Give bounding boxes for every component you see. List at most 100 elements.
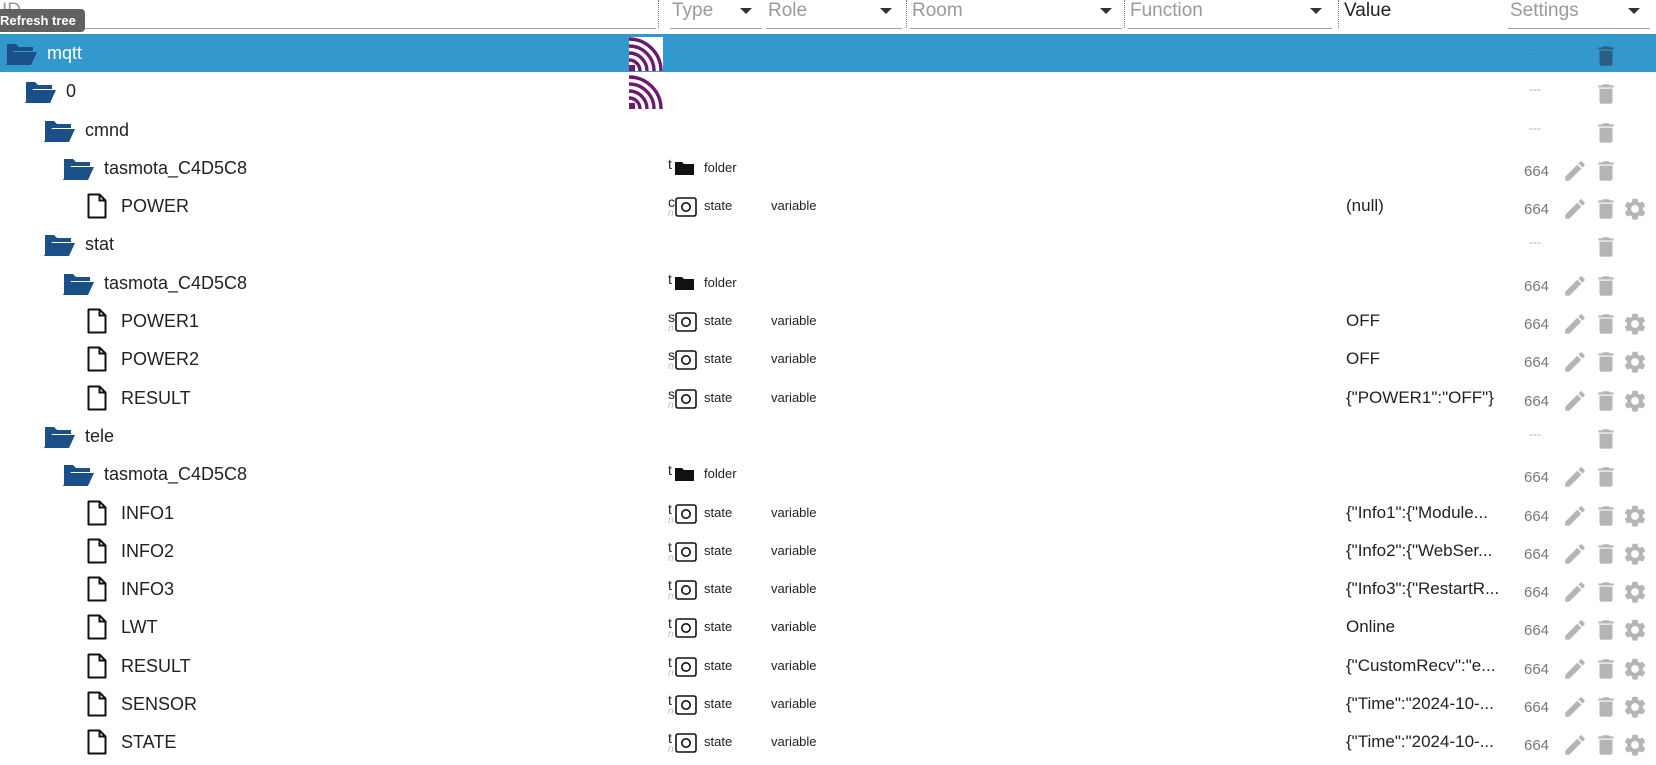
delete-icon[interactable] (1593, 120, 1619, 151)
gear-icon[interactable] (1622, 732, 1648, 763)
acl-label[interactable]: 664 (1524, 191, 1549, 229)
folder-open-icon[interactable] (23, 77, 57, 110)
acl-label[interactable]: 664 (1524, 651, 1549, 689)
room-filter-select[interactable]: Room (910, 0, 1122, 29)
delete-icon[interactable] (1593, 81, 1619, 112)
tree-item-name[interactable]: POWER2 (121, 340, 199, 378)
delete-icon[interactable] (1593, 158, 1619, 189)
tree-item-name[interactable]: mqtt (47, 34, 82, 72)
delete-icon[interactable] (1593, 694, 1619, 725)
tree-row[interactable]: mqtt --- (0, 34, 1656, 74)
acl-label[interactable]: 664 (1524, 268, 1549, 306)
column-divider[interactable] (1338, 0, 1339, 28)
tree-row[interactable]: tele --- (0, 417, 1656, 455)
gear-icon[interactable] (1622, 349, 1648, 380)
delete-icon[interactable] (1593, 617, 1619, 648)
delete-icon[interactable] (1593, 579, 1619, 610)
edit-icon[interactable] (1562, 617, 1588, 648)
delete-icon[interactable] (1593, 732, 1619, 763)
value-cell[interactable]: OFF (1346, 340, 1380, 378)
value-cell[interactable]: {"Info2":{"WebSer... (1346, 532, 1492, 570)
value-cell[interactable]: {"Info3":{"RestartR... (1346, 570, 1499, 608)
delete-icon[interactable] (1593, 388, 1619, 419)
gear-icon[interactable] (1622, 617, 1648, 648)
acl-label[interactable]: 664 (1524, 153, 1549, 191)
delete-icon[interactable] (1593, 273, 1619, 304)
settings-filter-select[interactable]: Settings (1508, 0, 1650, 29)
folder-open-icon[interactable] (42, 422, 76, 455)
value-cell[interactable]: (null) (1346, 187, 1384, 225)
tree-row[interactable]: POWER c n state variable (null) 664 (0, 187, 1656, 225)
tree-row[interactable]: tasmota_C4D5C8 t folder 664 (0, 264, 1656, 302)
folder-open-icon[interactable] (61, 460, 95, 493)
delete-icon[interactable] (1593, 426, 1619, 457)
tree-row[interactable]: POWER1 s n state variable OFF 664 (0, 302, 1656, 340)
edit-icon[interactable] (1562, 196, 1588, 227)
tree-row[interactable]: POWER2 s n state variable OFF 664 (0, 340, 1656, 378)
folder-open-icon[interactable] (42, 116, 76, 149)
delete-icon[interactable] (1593, 541, 1619, 572)
tree-item-name[interactable]: tasmota_C4D5C8 (104, 149, 247, 187)
tree-row[interactable]: SENSOR t n state variable {"Time":"2024-10-..… (0, 685, 1656, 723)
edit-icon[interactable] (1562, 158, 1588, 189)
delete-icon[interactable] (1593, 349, 1619, 380)
value-cell[interactable]: OFF (1346, 302, 1380, 340)
value-cell[interactable]: {"CustomRecv":"e... (1346, 647, 1495, 685)
tree-item-name[interactable]: RESULT (121, 647, 191, 685)
type-filter-select[interactable]: Type (670, 0, 762, 29)
delete-icon[interactable] (1593, 503, 1619, 534)
delete-icon[interactable] (1593, 196, 1619, 227)
edit-icon[interactable] (1562, 311, 1588, 342)
gear-icon[interactable] (1622, 694, 1648, 725)
value-cell[interactable]: {"Info1":{"Module... (1346, 494, 1488, 532)
edit-icon[interactable] (1562, 464, 1588, 495)
tree-item-name[interactable]: POWER (121, 187, 189, 225)
tree-item-name[interactable]: POWER1 (121, 302, 199, 340)
tree-item-name[interactable]: INFO3 (121, 570, 174, 608)
column-divider[interactable] (906, 0, 907, 28)
acl-label[interactable]: 664 (1524, 689, 1549, 727)
gear-icon[interactable] (1622, 196, 1648, 227)
tree-row[interactable]: tasmota_C4D5C8 t folder 664 (0, 149, 1656, 187)
tree-row[interactable]: INFO3 t n state variable {"Info3":{"RestartR.… (0, 570, 1656, 608)
tree-item-name[interactable]: stat (85, 225, 114, 263)
value-cell[interactable]: {"POWER1":"OFF"} (1346, 379, 1494, 417)
edit-icon[interactable] (1562, 541, 1588, 572)
folder-open-icon[interactable] (61, 269, 95, 302)
acl-label[interactable]: 664 (1524, 727, 1549, 765)
tree-row[interactable]: tasmota_C4D5C8 t folder 664 (0, 455, 1656, 493)
role-filter-select[interactable]: Role (766, 0, 902, 29)
tree-row[interactable]: RESULT t n state variable {"CustomRecv":"e...… (0, 647, 1656, 685)
tree-item-name[interactable]: LWT (121, 608, 158, 646)
acl-label[interactable]: 664 (1524, 574, 1549, 612)
column-divider[interactable] (658, 0, 659, 28)
folder-open-icon[interactable] (42, 230, 76, 263)
tree-item-name[interactable]: tasmota_C4D5C8 (104, 455, 247, 493)
tree-item-name[interactable]: RESULT (121, 379, 191, 417)
edit-icon[interactable] (1562, 388, 1588, 419)
edit-icon[interactable] (1562, 656, 1588, 687)
edit-icon[interactable] (1562, 579, 1588, 610)
tree-item-name[interactable]: INFO1 (121, 494, 174, 532)
gear-icon[interactable] (1622, 656, 1648, 687)
gear-icon[interactable] (1622, 503, 1648, 534)
acl-label[interactable]: 664 (1524, 344, 1549, 382)
delete-icon[interactable] (1593, 656, 1619, 687)
tree-row[interactable]: RESULT s n state variable {"POWER1":"OFF"} 664 (0, 379, 1656, 417)
tree-item-name[interactable]: 0 (66, 72, 76, 110)
delete-icon[interactable] (1593, 43, 1619, 74)
edit-icon[interactable] (1562, 273, 1588, 304)
column-divider[interactable] (1124, 0, 1125, 28)
edit-icon[interactable] (1562, 349, 1588, 380)
tree-row[interactable]: 0 --- (0, 72, 1656, 110)
gear-icon[interactable] (1622, 541, 1648, 572)
value-cell[interactable]: Online (1346, 608, 1395, 646)
acl-label[interactable]: 664 (1524, 459, 1549, 497)
tree-row[interactable]: cmnd --- (0, 111, 1656, 149)
edit-icon[interactable] (1562, 503, 1588, 534)
value-cell[interactable]: {"Time":"2024-10-... (1346, 685, 1494, 723)
tree-item-name[interactable]: cmnd (85, 111, 129, 149)
tree-row[interactable]: INFO2 t n state variable {"Info2":{"WebSer...… (0, 532, 1656, 570)
function-filter-select[interactable]: Function (1128, 0, 1332, 29)
acl-label[interactable]: 664 (1524, 536, 1549, 574)
